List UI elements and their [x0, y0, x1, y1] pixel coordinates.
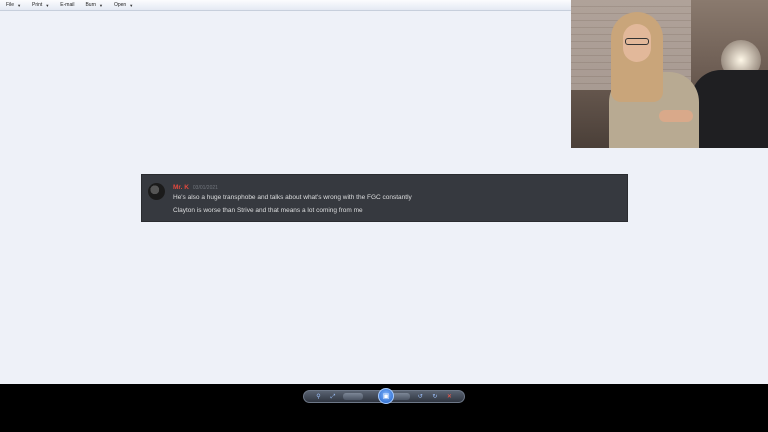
- viewer-toolbar: ⚲ ⤢ ↺ ↻ ✕ ▣: [303, 388, 465, 404]
- webcam-person-glasses: [625, 38, 649, 45]
- slideshow-icon[interactable]: ▣: [378, 388, 394, 404]
- menu-print-label: Print: [32, 2, 43, 8]
- zoom-icon[interactable]: ⚲: [314, 392, 323, 401]
- menu-file-label: File: [6, 2, 15, 8]
- menu-burn[interactable]: Burn ▼: [85, 2, 103, 8]
- webcam-overlay: [571, 0, 768, 148]
- previous-icon[interactable]: [343, 393, 364, 400]
- delete-icon[interactable]: ✕: [445, 392, 454, 401]
- menu-file[interactable]: File ▼: [6, 2, 21, 8]
- menu-open-label: Open: [113, 2, 127, 8]
- rotate-right-icon[interactable]: ↻: [430, 392, 439, 401]
- avatar[interactable]: [148, 183, 165, 200]
- chat-message: Mr. K 03/01/2021 He's also a huge transp…: [141, 174, 628, 222]
- dropdown-arrow-icon: ▼: [17, 2, 22, 8]
- rotate-left-icon[interactable]: ↺: [416, 392, 425, 401]
- dropdown-arrow-icon: ▼: [45, 2, 50, 8]
- message-author[interactable]: Mr. K: [173, 184, 189, 191]
- webcam-person-hand: [659, 110, 693, 122]
- menu-print[interactable]: Print ▼: [32, 2, 49, 8]
- dropdown-arrow-icon: ▼: [129, 2, 134, 8]
- dropdown-arrow-icon: ▼: [99, 2, 103, 8]
- menu-open[interactable]: Open ▼: [114, 2, 133, 8]
- menu-email[interactable]: E-mail: [60, 2, 74, 8]
- webcam-chair: [691, 70, 768, 148]
- message-timestamp: 03/01/2021: [192, 185, 218, 191]
- menu-bar: File ▼ Print ▼ E-mail Burn ▼ Open ▼: [0, 0, 571, 11]
- menu-email-label: E-mail: [60, 2, 75, 8]
- message-line: Clayton is worse than Strive and that me…: [173, 207, 363, 214]
- message-line: He's also a huge transphobe and talks ab…: [173, 194, 412, 201]
- message-header: Mr. K 03/01/2021: [173, 184, 218, 191]
- fit-window-icon[interactable]: ⤢: [329, 392, 338, 401]
- menu-burn-label: Burn: [85, 2, 97, 8]
